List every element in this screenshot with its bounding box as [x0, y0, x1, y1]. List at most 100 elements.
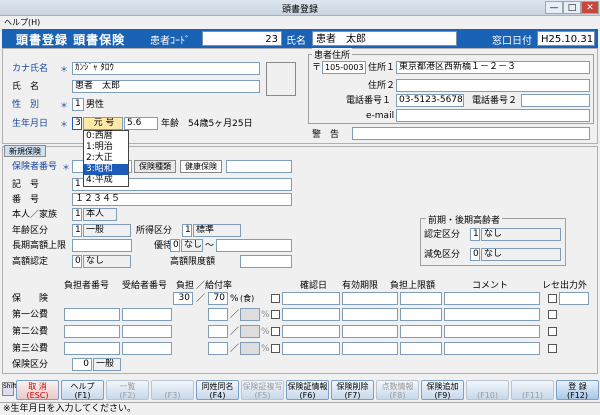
longterm-input[interactable] — [72, 239, 132, 252]
kana-name-input[interactable]: ｶﾝｼﾞｬ ﾀﾛｳ — [72, 62, 260, 75]
window-date-field[interactable]: H25.10.31 — [537, 31, 595, 46]
preferential-code-input[interactable]: 0 — [170, 239, 180, 252]
limit-input[interactable] — [400, 325, 442, 338]
row-checkbox[interactable] — [271, 310, 280, 319]
email-input[interactable] — [396, 109, 590, 122]
tel2-label: 電話番号２ — [472, 96, 518, 106]
burden-input[interactable]: 30 — [173, 292, 193, 305]
comment-input[interactable] — [444, 342, 540, 355]
limit-input[interactable] — [400, 342, 442, 355]
income-label: 所得区分 — [136, 226, 173, 236]
sex-code-input[interactable]: 1 — [72, 98, 84, 111]
number-input[interactable]: １２３４５ — [72, 193, 292, 206]
payer-number-input[interactable] — [64, 325, 120, 338]
rate-input[interactable]: 70 — [208, 292, 228, 305]
addr2-input[interactable] — [396, 79, 590, 92]
reduce-code-input[interactable]: 0 — [470, 248, 480, 261]
recipient-number-input[interactable] — [122, 325, 172, 338]
receipt-exclude-checkbox[interactable] — [548, 294, 557, 303]
fkey-button[interactable]: 同姓同名 (F4) — [196, 380, 239, 400]
fkey-button[interactable]: ヘルプ (F1) — [61, 380, 104, 400]
col-benefit: ／給付率 — [196, 281, 233, 291]
confirm-date-input[interactable] — [282, 308, 340, 321]
fkey-button[interactable]: 保険削除 (F7) — [331, 380, 374, 400]
confirm-date-input[interactable] — [282, 342, 340, 355]
rate-input[interactable] — [208, 325, 228, 338]
fkey-button[interactable]: 保険証情報 (F6) — [286, 380, 329, 400]
comment-input[interactable] — [444, 308, 540, 321]
preferential-end-input[interactable] — [216, 239, 292, 252]
number-label: 番 号 — [12, 195, 40, 205]
income-code-input[interactable]: 1 — [182, 224, 192, 237]
minimize-button[interactable]: — — [545, 1, 563, 14]
rate-input[interactable] — [208, 308, 228, 321]
name-input[interactable]: 患者 太郎 — [72, 80, 260, 93]
insurance-class-code-input[interactable]: 0 — [72, 358, 92, 371]
tel2-input[interactable] — [521, 94, 590, 107]
limit-input[interactable] — [400, 308, 442, 321]
postal-code-input[interactable]: 105-0003 — [322, 61, 366, 74]
confirm-date-input[interactable] — [282, 292, 340, 305]
comment-input[interactable] — [444, 325, 540, 338]
recipient-number-input[interactable] — [122, 308, 172, 321]
birth-era-combo[interactable]: 元 号 — [83, 117, 123, 130]
valid-date-input[interactable] — [342, 325, 398, 338]
page-header: 頭書登録 頭書保険 患者ｺｰﾄﾞ 23 氏名 患者 太郎 窓口日付 H25.10… — [2, 29, 598, 48]
era-option[interactable]: 1:明治 — [84, 142, 128, 153]
confirm-date-input[interactable] — [282, 325, 340, 338]
era-option[interactable]: 0:西暦 — [84, 131, 128, 142]
close-button[interactable]: ✕ — [581, 1, 599, 14]
receipt-exclude-checkbox[interactable] — [548, 344, 557, 353]
row-checkbox[interactable] — [271, 327, 280, 336]
fkey-shortcut: (ESC) — [26, 391, 49, 400]
receipt-input[interactable] — [559, 292, 589, 305]
maximize-button[interactable]: □ — [563, 1, 581, 14]
relation-code-input[interactable]: 1 — [72, 208, 82, 221]
high-cert-code-input[interactable]: 0 — [72, 255, 82, 268]
birth-label: 生年月日 — [12, 119, 49, 129]
cert-code-input[interactable]: 1 — [470, 228, 480, 241]
tel1-input[interactable]: 03-5123-5678 — [396, 94, 464, 107]
row-checkbox[interactable] — [271, 294, 280, 303]
era-option[interactable]: 2:大正 — [84, 153, 128, 164]
high-cert-label: 高額認定 — [12, 257, 49, 267]
fkey-button[interactable]: 登 録 (F12) — [556, 380, 599, 400]
fkey-button[interactable]: 取 消 (ESC) — [16, 380, 59, 400]
menu-help[interactable]: ヘルプ(H) — [4, 18, 40, 27]
rate-input[interactable] — [208, 342, 228, 355]
tab-new-insurance[interactable]: 新規保険 — [4, 145, 46, 157]
percent-sign: % — [230, 294, 239, 304]
fkey-button: 点数情報 (F8) — [376, 380, 419, 400]
col-receipt: レセ出力外 — [542, 281, 588, 291]
birth-date-input[interactable]: 5.6 — [124, 117, 158, 130]
comment-input[interactable] — [444, 292, 540, 305]
warning-input[interactable] — [352, 127, 590, 140]
preferential-text: なし — [181, 239, 203, 252]
fkey-label: 点数情報 — [381, 382, 414, 391]
relation-text: 本人 — [83, 208, 117, 221]
receipt-exclude-checkbox[interactable] — [548, 310, 557, 319]
valid-date-input[interactable] — [342, 308, 398, 321]
patient-code-field[interactable]: 23 — [202, 31, 282, 46]
era-option-selected[interactable]: 3:昭和 — [84, 164, 128, 175]
fkey-button[interactable]: 保険追加 (F9) — [421, 380, 464, 400]
era-dropdown-list[interactable]: 0:西暦 1:明治 2:大正 3:昭和 4:平成 — [83, 130, 129, 187]
receipt-exclude-checkbox[interactable] — [548, 327, 557, 336]
birth-era-input[interactable]: 3 — [72, 117, 82, 130]
addr1-input[interactable]: 東京都港区西新橋１－２－３ — [396, 61, 590, 74]
row-label-kohi1: 第一公費 — [12, 310, 49, 320]
age-class-code-input[interactable]: 1 — [72, 224, 82, 237]
payer-number-input[interactable] — [64, 342, 120, 355]
valid-date-input[interactable] — [342, 292, 398, 305]
fkey-shortcut: (F8) — [389, 391, 406, 400]
high-limit-input[interactable] — [240, 255, 292, 268]
fkey-label: 保険削除 — [336, 382, 369, 391]
recipient-number-input[interactable] — [122, 342, 172, 355]
age-label: 年齢 — [161, 119, 180, 129]
sex-text: 男性 — [86, 100, 105, 110]
era-option[interactable]: 4:平成 — [84, 175, 128, 186]
limit-input[interactable] — [400, 292, 442, 305]
row-checkbox[interactable] — [271, 344, 280, 353]
payer-number-input[interactable] — [64, 308, 120, 321]
valid-date-input[interactable] — [342, 342, 398, 355]
